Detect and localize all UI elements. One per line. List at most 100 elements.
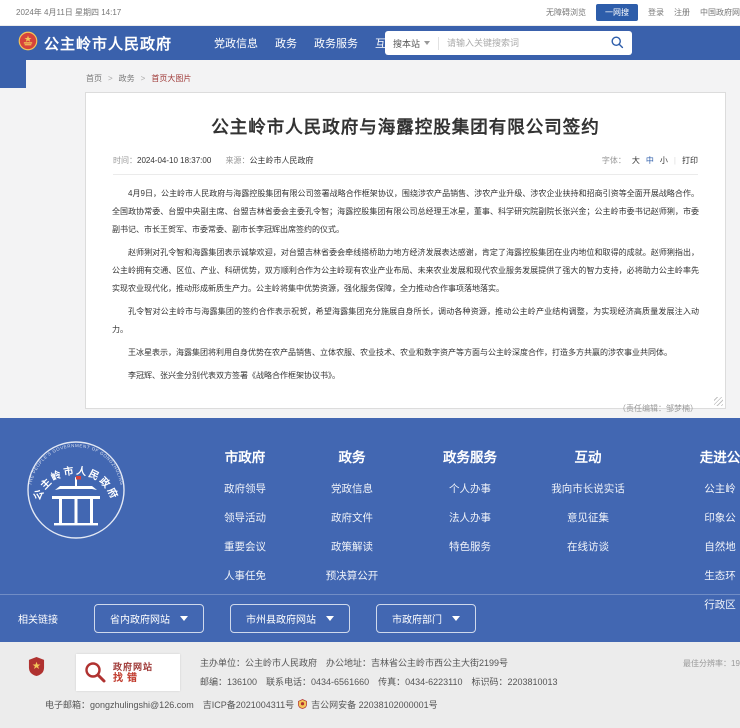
footer-column-gov-services: 政务服务 个人办事 法人办事 特色服务: [414, 446, 526, 568]
footer-link[interactable]: 个人办事: [414, 481, 526, 496]
government-seal-logo: THE PEOPLE'S GOVERNMENT OF GONGZHULING 公…: [26, 438, 126, 547]
source-value: 公主岭市人民政府: [250, 156, 314, 165]
content-area: 首页 > 政务 > 首页大图片 公主岭市人民政府与海露控股集团有限公司签约 时间…: [0, 60, 740, 418]
badge-line1: 政府网站: [113, 661, 153, 673]
decorative-blue-block: [0, 60, 26, 88]
footer-link[interactable]: 公主岭: [664, 481, 740, 496]
onenet-search-button[interactable]: 一网搜: [596, 4, 638, 21]
search-input[interactable]: [439, 38, 602, 48]
search-submit-button[interactable]: [602, 31, 632, 55]
source-label: 来源：: [226, 156, 250, 165]
article-body: 4月9日，公主岭市人民政府与海露控股集团有限公司签署战略合作框架协议，围绕涉农产…: [112, 185, 699, 385]
register-link[interactable]: 注册: [674, 7, 690, 18]
breadcrumb-separator: >: [141, 74, 146, 83]
footer-link[interactable]: 政府领导: [189, 481, 301, 496]
page-title: 公主岭市人民政府与海露控股集团有限公司签约: [86, 114, 725, 139]
dropdown-provincial-gov-sites[interactable]: 省内政府网站: [94, 604, 204, 633]
footer-col-title[interactable]: 政务: [296, 446, 408, 466]
footer-link[interactable]: 人事任免: [189, 568, 301, 583]
publish-time: 2024-04-10 18:37:00: [137, 156, 211, 165]
article-paragraph: 4月9日，公主岭市人民政府与海露控股集团有限公司签署战略合作框架协议，围绕涉农产…: [112, 185, 699, 239]
dropdown-label: 市州县政府网站: [246, 611, 316, 626]
topbar-links: 无障碍浏览 一网搜 登录 注册 中国政府网: [546, 4, 740, 21]
footer-link[interactable]: 领导活动: [189, 510, 301, 525]
accessibility-link[interactable]: 无障碍浏览: [546, 7, 586, 18]
article-meta: 时间：2024-04-10 18:37:00 来源：公主岭市人民政府 字体： 大…: [113, 155, 698, 175]
footer-col-title[interactable]: 市政府: [189, 446, 301, 466]
datetime-text: 2024年 4月11日 星期四 14:17: [16, 7, 121, 18]
dropdown-city-county-gov-sites[interactable]: 市州县政府网站: [230, 604, 350, 633]
dropdown-city-gov-departments[interactable]: 市政府部门: [376, 604, 476, 633]
footer-link[interactable]: 党政信息: [296, 481, 408, 496]
website-error-report-badge[interactable]: 政府网站 找错: [76, 654, 180, 691]
search-scope-label: 搜本站: [393, 37, 420, 50]
badge-line2: 找错: [113, 673, 153, 685]
breadcrumb-separator: >: [108, 74, 113, 83]
chevron-down-icon: [326, 616, 334, 621]
footer-link[interactable]: 印象公: [664, 510, 740, 525]
police-record-link[interactable]: 吉公网安备 22038102000001号: [311, 698, 438, 711]
best-resolution-note: 最佳分辨率：1920*10: [683, 658, 740, 669]
footer-column-city-gov: 市政府 政府领导 领导活动 重要会议 人事任免: [189, 446, 301, 597]
breadcrumb-home[interactable]: 首页: [86, 73, 102, 84]
nav-item-party-info[interactable]: 党政信息: [214, 35, 258, 51]
footer-link[interactable]: 生态环: [664, 568, 740, 583]
time-label: 时间：: [113, 156, 137, 165]
site-name: 公主岭市人民政府: [44, 33, 172, 54]
police-badge-icon: [298, 699, 307, 711]
breadcrumb-current: 首页大图片: [151, 73, 191, 84]
main-navbar: 公主岭市人民政府 党政信息 政务 政务服务 互动 走进公主岭 搜本站: [0, 26, 740, 60]
footer-link[interactable]: 政策解读: [296, 539, 408, 554]
error-report-magnifier-icon: [83, 660, 107, 686]
footer-link[interactable]: 重要会议: [189, 539, 301, 554]
chevron-down-icon: [452, 616, 460, 621]
font-size-small-button[interactable]: 小: [660, 155, 668, 166]
font-size-large-button[interactable]: 大: [632, 155, 640, 166]
contact-line: 邮编：136100 联系电话：0434-6561660 传真：0434-6223…: [200, 673, 558, 692]
footer-link[interactable]: 自然地: [664, 539, 740, 554]
breadcrumb: 首页 > 政务 > 首页大图片: [86, 73, 191, 84]
nav-item-gov-services[interactable]: 政务服务: [314, 35, 358, 51]
bottom-info-bar: 政府网站 找错 主办单位：公主岭市人民政府 办公地址：吉林省公主岭市西公主大街2…: [0, 642, 740, 728]
footer-link[interactable]: 我向市长说实话: [532, 481, 644, 496]
resize-handle[interactable]: [714, 397, 723, 406]
site-search-box: 搜本站: [385, 31, 632, 55]
site-logo-home-link[interactable]: 公主岭市人民政府: [18, 31, 172, 56]
email-icp-line: 电子邮箱：gongzhulingshi@126.com 吉ICP备2021004…: [45, 698, 438, 711]
footer-col-title[interactable]: 政务服务: [414, 446, 526, 466]
footer-column-gov-affairs: 政务 党政信息 政府文件 政策解读 预决算公开: [296, 446, 408, 597]
article-paragraph: 赵师猁对孔令智和海露集团表示诚挚欢迎，对台盟吉林省委会牵线搭桥助力地方经济发展表…: [112, 244, 699, 298]
search-icon: [610, 35, 624, 52]
search-scope-dropdown[interactable]: 搜本站: [385, 37, 439, 50]
breadcrumb-gov[interactable]: 政务: [119, 73, 135, 84]
footer-link[interactable]: 意见征集: [532, 510, 644, 525]
footer-link[interactable]: 政府文件: [296, 510, 408, 525]
host-info-lines: 主办单位：公主岭市人民政府 办公地址：吉林省公主岭市西公主大街2199号 邮编：…: [200, 654, 558, 692]
login-link[interactable]: 登录: [648, 7, 664, 18]
footer-link[interactable]: 预决算公开: [296, 568, 408, 583]
footer-link[interactable]: 法人办事: [414, 510, 526, 525]
footer-link[interactable]: 在线访谈: [532, 539, 644, 554]
print-button[interactable]: 打印: [682, 155, 698, 166]
article-paragraph: 王冰星表示，海露集团将利用自身优势在农产品销售、立体农服、农业技术、农业和数字资…: [112, 344, 699, 362]
responsible-editor: （责任编辑：邹梦楠）: [113, 403, 698, 414]
chevron-down-icon: [180, 616, 188, 621]
article-meta-right: 字体： 大 中 小 | 打印: [602, 155, 698, 166]
footer-col-title[interactable]: 互动: [532, 446, 644, 466]
article-card: 公主岭市人民政府与海露控股集团有限公司签约 时间：2024-04-10 18:3…: [85, 92, 726, 409]
footer-column-interaction: 互动 我向市长说实话 意见征集 在线访谈: [532, 446, 644, 568]
nav-item-gov-affairs[interactable]: 政务: [275, 35, 297, 51]
national-emblem-icon: [18, 31, 38, 56]
font-size-label: 字体：: [602, 155, 626, 166]
gov-cn-link[interactable]: 中国政府网: [700, 7, 740, 18]
related-links-bar: 相关链接 省内政府网站 市州县政府网站 市政府部门: [0, 594, 740, 642]
article-meta-left: 时间：2024-04-10 18:37:00 来源：公主岭市人民政府: [113, 155, 326, 166]
footer-col-title[interactable]: 走进公: [664, 446, 740, 466]
related-links-label: 相关链接: [18, 611, 58, 626]
dropdown-label: 市政府部门: [392, 611, 442, 626]
font-size-medium-button[interactable]: 中: [646, 155, 654, 166]
top-utility-bar: 2024年 4月11日 星期四 14:17 无障碍浏览 一网搜 登录 注册 中国…: [0, 0, 740, 26]
article-paragraph: 孔令智对公主岭市与海露集团的签约合作表示祝贺，希望海露集团充分施展自身所长，调动…: [112, 303, 699, 339]
supervision-report-icon[interactable]: [28, 656, 45, 679]
footer-link[interactable]: 特色服务: [414, 539, 526, 554]
